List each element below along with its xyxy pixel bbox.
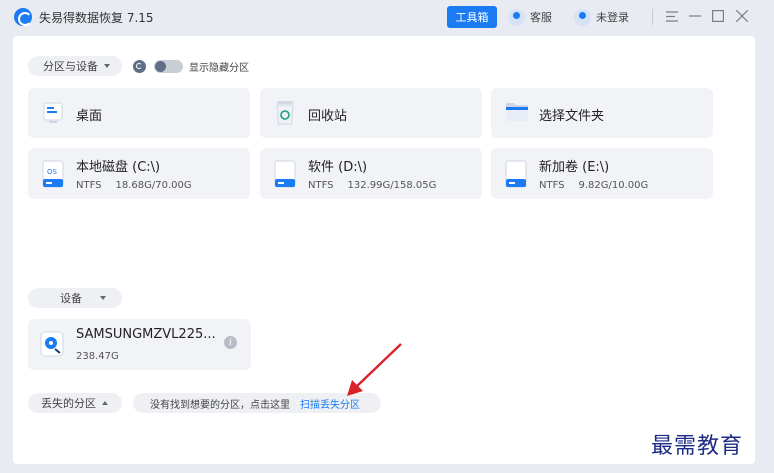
- watermark: 最需教育: [651, 434, 744, 459]
- svg-text:OS: OS: [47, 168, 58, 176]
- drive-usage: 132.99G/158.05G: [347, 180, 437, 191]
- location-label: 选择文件夹: [539, 109, 605, 124]
- refresh-icon[interactable]: [133, 60, 146, 73]
- chevron-down-icon: [104, 64, 110, 68]
- drive-card-c[interactable]: OS 本地磁盘 (C:\) NTFS 18.68G/70.00G: [28, 148, 250, 199]
- drive-usage: 18.68G/70.00G: [115, 180, 192, 191]
- main-panel: 分区与设备 显示隐藏分区 桌面 回收站 选择文件夹 OS 本地磁盘 (C:\) …: [13, 36, 755, 464]
- drive-info: NTFS 132.99G/158.05G: [308, 180, 436, 191]
- customer-service-button[interactable]: 客服: [508, 8, 552, 26]
- drive-label: 软件 (D:\): [308, 160, 368, 175]
- location-card-desktop[interactable]: 桌面: [28, 88, 250, 138]
- minimize-icon[interactable]: [686, 7, 704, 25]
- drive-fs: NTFS: [308, 180, 334, 191]
- devices-dropdown[interactable]: 设备: [28, 288, 122, 308]
- user-icon: [574, 8, 591, 26]
- devices-dropdown-label: 设备: [60, 292, 82, 305]
- chevron-up-icon: [102, 401, 108, 405]
- recycle-bin-icon: [274, 100, 296, 125]
- show-hidden-toggle[interactable]: [154, 60, 183, 73]
- drive-label: 本地磁盘 (C:\): [76, 160, 161, 175]
- title-separator: [652, 9, 653, 25]
- location-card-recycle-bin[interactable]: 回收站: [260, 88, 482, 138]
- drive-fs: NTFS: [76, 180, 102, 191]
- drive-icon: [505, 160, 527, 188]
- partitions-dropdown-label: 分区与设备: [43, 60, 98, 73]
- drive-icon: [274, 160, 296, 188]
- folder-icon: [505, 101, 528, 125]
- drive-card-d[interactable]: 软件 (D:\) NTFS 132.99G/158.05G: [260, 148, 482, 199]
- drive-info: NTFS 9.82G/10.00G: [539, 180, 648, 191]
- customer-service-label: 客服: [530, 11, 552, 24]
- menu-icon[interactable]: [663, 7, 681, 25]
- device-size: 238.47G: [76, 351, 119, 362]
- toolbox-button[interactable]: 工具箱: [447, 6, 497, 28]
- info-icon[interactable]: i: [224, 336, 237, 349]
- annotation-arrow: [347, 343, 402, 396]
- show-hidden-label: 显示隐藏分区: [189, 63, 249, 74]
- drive-card-e[interactable]: 新加卷 (E:\) NTFS 9.82G/10.00G: [491, 148, 713, 199]
- partitions-dropdown[interactable]: 分区与设备: [28, 56, 122, 76]
- close-icon[interactable]: [733, 7, 751, 25]
- customer-service-icon: [508, 8, 525, 26]
- drive-fs: NTFS: [539, 180, 565, 191]
- app-logo-icon: [14, 8, 32, 26]
- chevron-down-icon: [100, 296, 106, 300]
- disk-device-icon: [40, 331, 64, 357]
- desktop-icon: [42, 101, 64, 125]
- login-button[interactable]: 未登录: [574, 8, 629, 26]
- app-title: 失易得数据恢复 7.15: [39, 11, 154, 25]
- drive-usage: 9.82G/10.00G: [578, 180, 649, 191]
- title-bar: 失易得数据恢复 7.15 工具箱 客服 未登录: [0, 0, 774, 34]
- device-name: SAMSUNGMZVL225...: [76, 327, 216, 342]
- drive-info: NTFS 18.68G/70.00G: [76, 180, 192, 191]
- lost-partitions-label: 丢失的分区: [41, 397, 96, 410]
- device-card[interactable]: SAMSUNGMZVL225... 238.47G: [28, 319, 251, 370]
- lost-partitions-dropdown[interactable]: 丢失的分区: [28, 393, 122, 413]
- drive-label: 新加卷 (E:\): [539, 160, 610, 175]
- login-label: 未登录: [596, 11, 629, 24]
- location-label: 桌面: [76, 109, 103, 124]
- location-label: 回收站: [308, 109, 348, 124]
- maximize-icon[interactable]: [709, 7, 727, 25]
- location-card-choose-folder[interactable]: 选择文件夹: [491, 88, 713, 138]
- hint-text: 没有找到想要的分区，点击这里: [150, 399, 290, 411]
- system-drive-icon: OS: [42, 160, 64, 188]
